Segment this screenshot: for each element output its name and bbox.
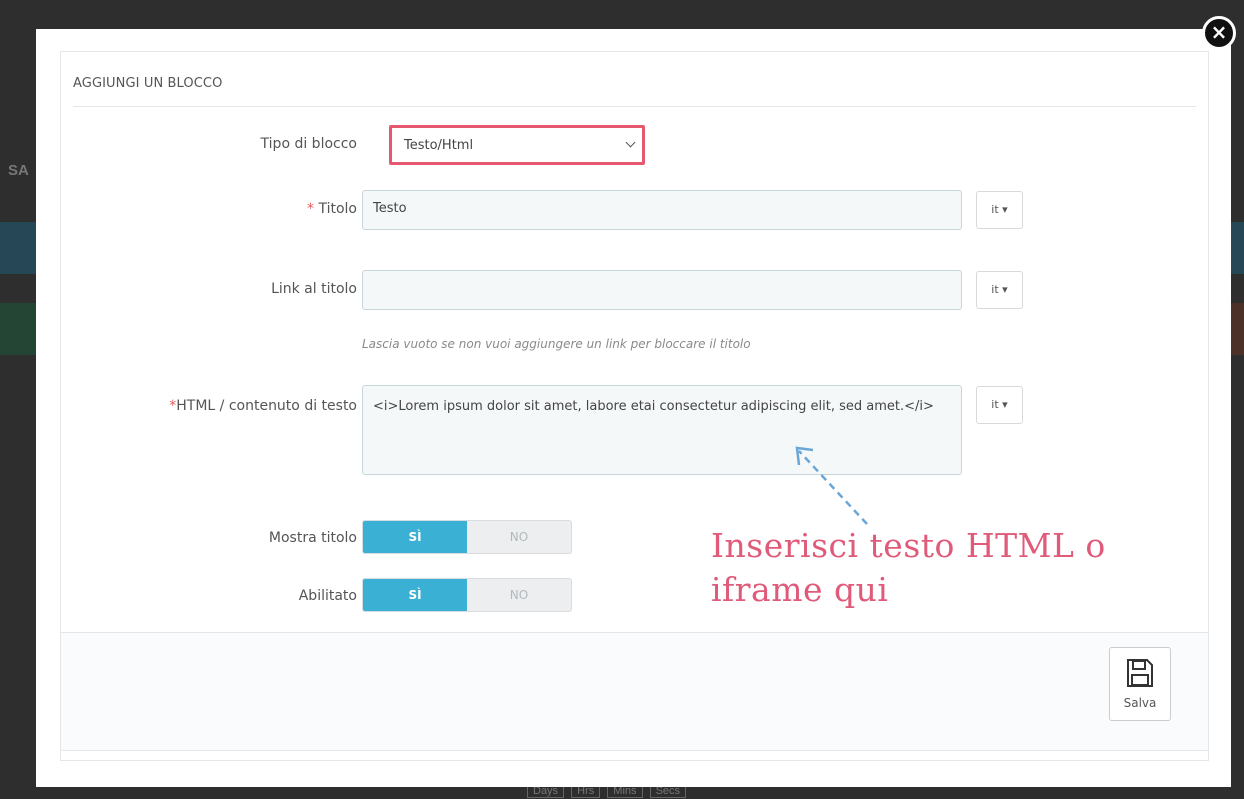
caret-down-icon: ▾ (1002, 283, 1008, 296)
save-button-label: Salva (1123, 696, 1157, 710)
title-link-label: Link al titolo (271, 281, 357, 297)
html-content-language-code: it (991, 398, 999, 411)
title-label-text: Titolo (318, 201, 357, 217)
enabled-toggle[interactable]: SÌ NO (362, 578, 572, 612)
panel-heading: AGGIUNGI UN BLOCCO (73, 76, 223, 91)
enabled-yes[interactable]: SÌ (363, 579, 467, 611)
title-link-language-code: it (991, 283, 999, 296)
html-content-language-dropdown[interactable]: it ▾ (976, 386, 1023, 424)
title-language-code: it (991, 203, 999, 216)
title-link-input[interactable] (362, 270, 962, 310)
background-partial-text: SA (8, 162, 29, 179)
show-title-yes[interactable]: SÌ (363, 521, 467, 553)
html-content-label-text: HTML / contenuto di testo (176, 398, 357, 414)
title-link-help-text: Lascia vuoto se non vuoi aggiungere un l… (362, 337, 751, 351)
caret-down-icon: ▾ (1002, 203, 1008, 216)
title-input[interactable]: Testo (362, 190, 962, 230)
add-block-modal: AGGIUNGI UN BLOCCO Tipo di blocco Testo/… (36, 29, 1231, 787)
block-type-select[interactable]: Testo/Html (389, 125, 645, 165)
block-type-value: Testo/Html (404, 138, 474, 153)
caret-down-icon: ▾ (1002, 398, 1008, 411)
chevron-down-icon (625, 137, 636, 148)
panel-footer: Salva (61, 632, 1208, 751)
required-mark: * (307, 201, 315, 217)
annotation-text: Inserisci testo HTML o iframe qui (711, 526, 1106, 609)
title-link-language-dropdown[interactable]: it ▾ (976, 271, 1023, 309)
show-title-toggle[interactable]: SÌ NO (362, 520, 572, 554)
close-icon[interactable]: × (1202, 16, 1236, 50)
floppy-disk-icon (1127, 659, 1153, 687)
block-type-label: Tipo di blocco (260, 136, 357, 152)
save-button[interactable]: Salva (1109, 647, 1171, 721)
show-title-no[interactable]: NO (467, 521, 571, 553)
show-title-label: Mostra titolo (268, 530, 357, 546)
html-content-textarea[interactable]: <i>Lorem ipsum dolor sit amet, labore et… (362, 385, 962, 475)
heading-divider (73, 106, 1196, 107)
title-language-dropdown[interactable]: it ▾ (976, 191, 1023, 229)
enabled-label: Abilitato (298, 588, 357, 604)
title-label: * Titolo (307, 201, 357, 217)
html-content-label: *HTML / contenuto di testo (169, 398, 357, 414)
form-panel: AGGIUNGI UN BLOCCO Tipo di blocco Testo/… (60, 51, 1209, 761)
enabled-no[interactable]: NO (467, 579, 571, 611)
